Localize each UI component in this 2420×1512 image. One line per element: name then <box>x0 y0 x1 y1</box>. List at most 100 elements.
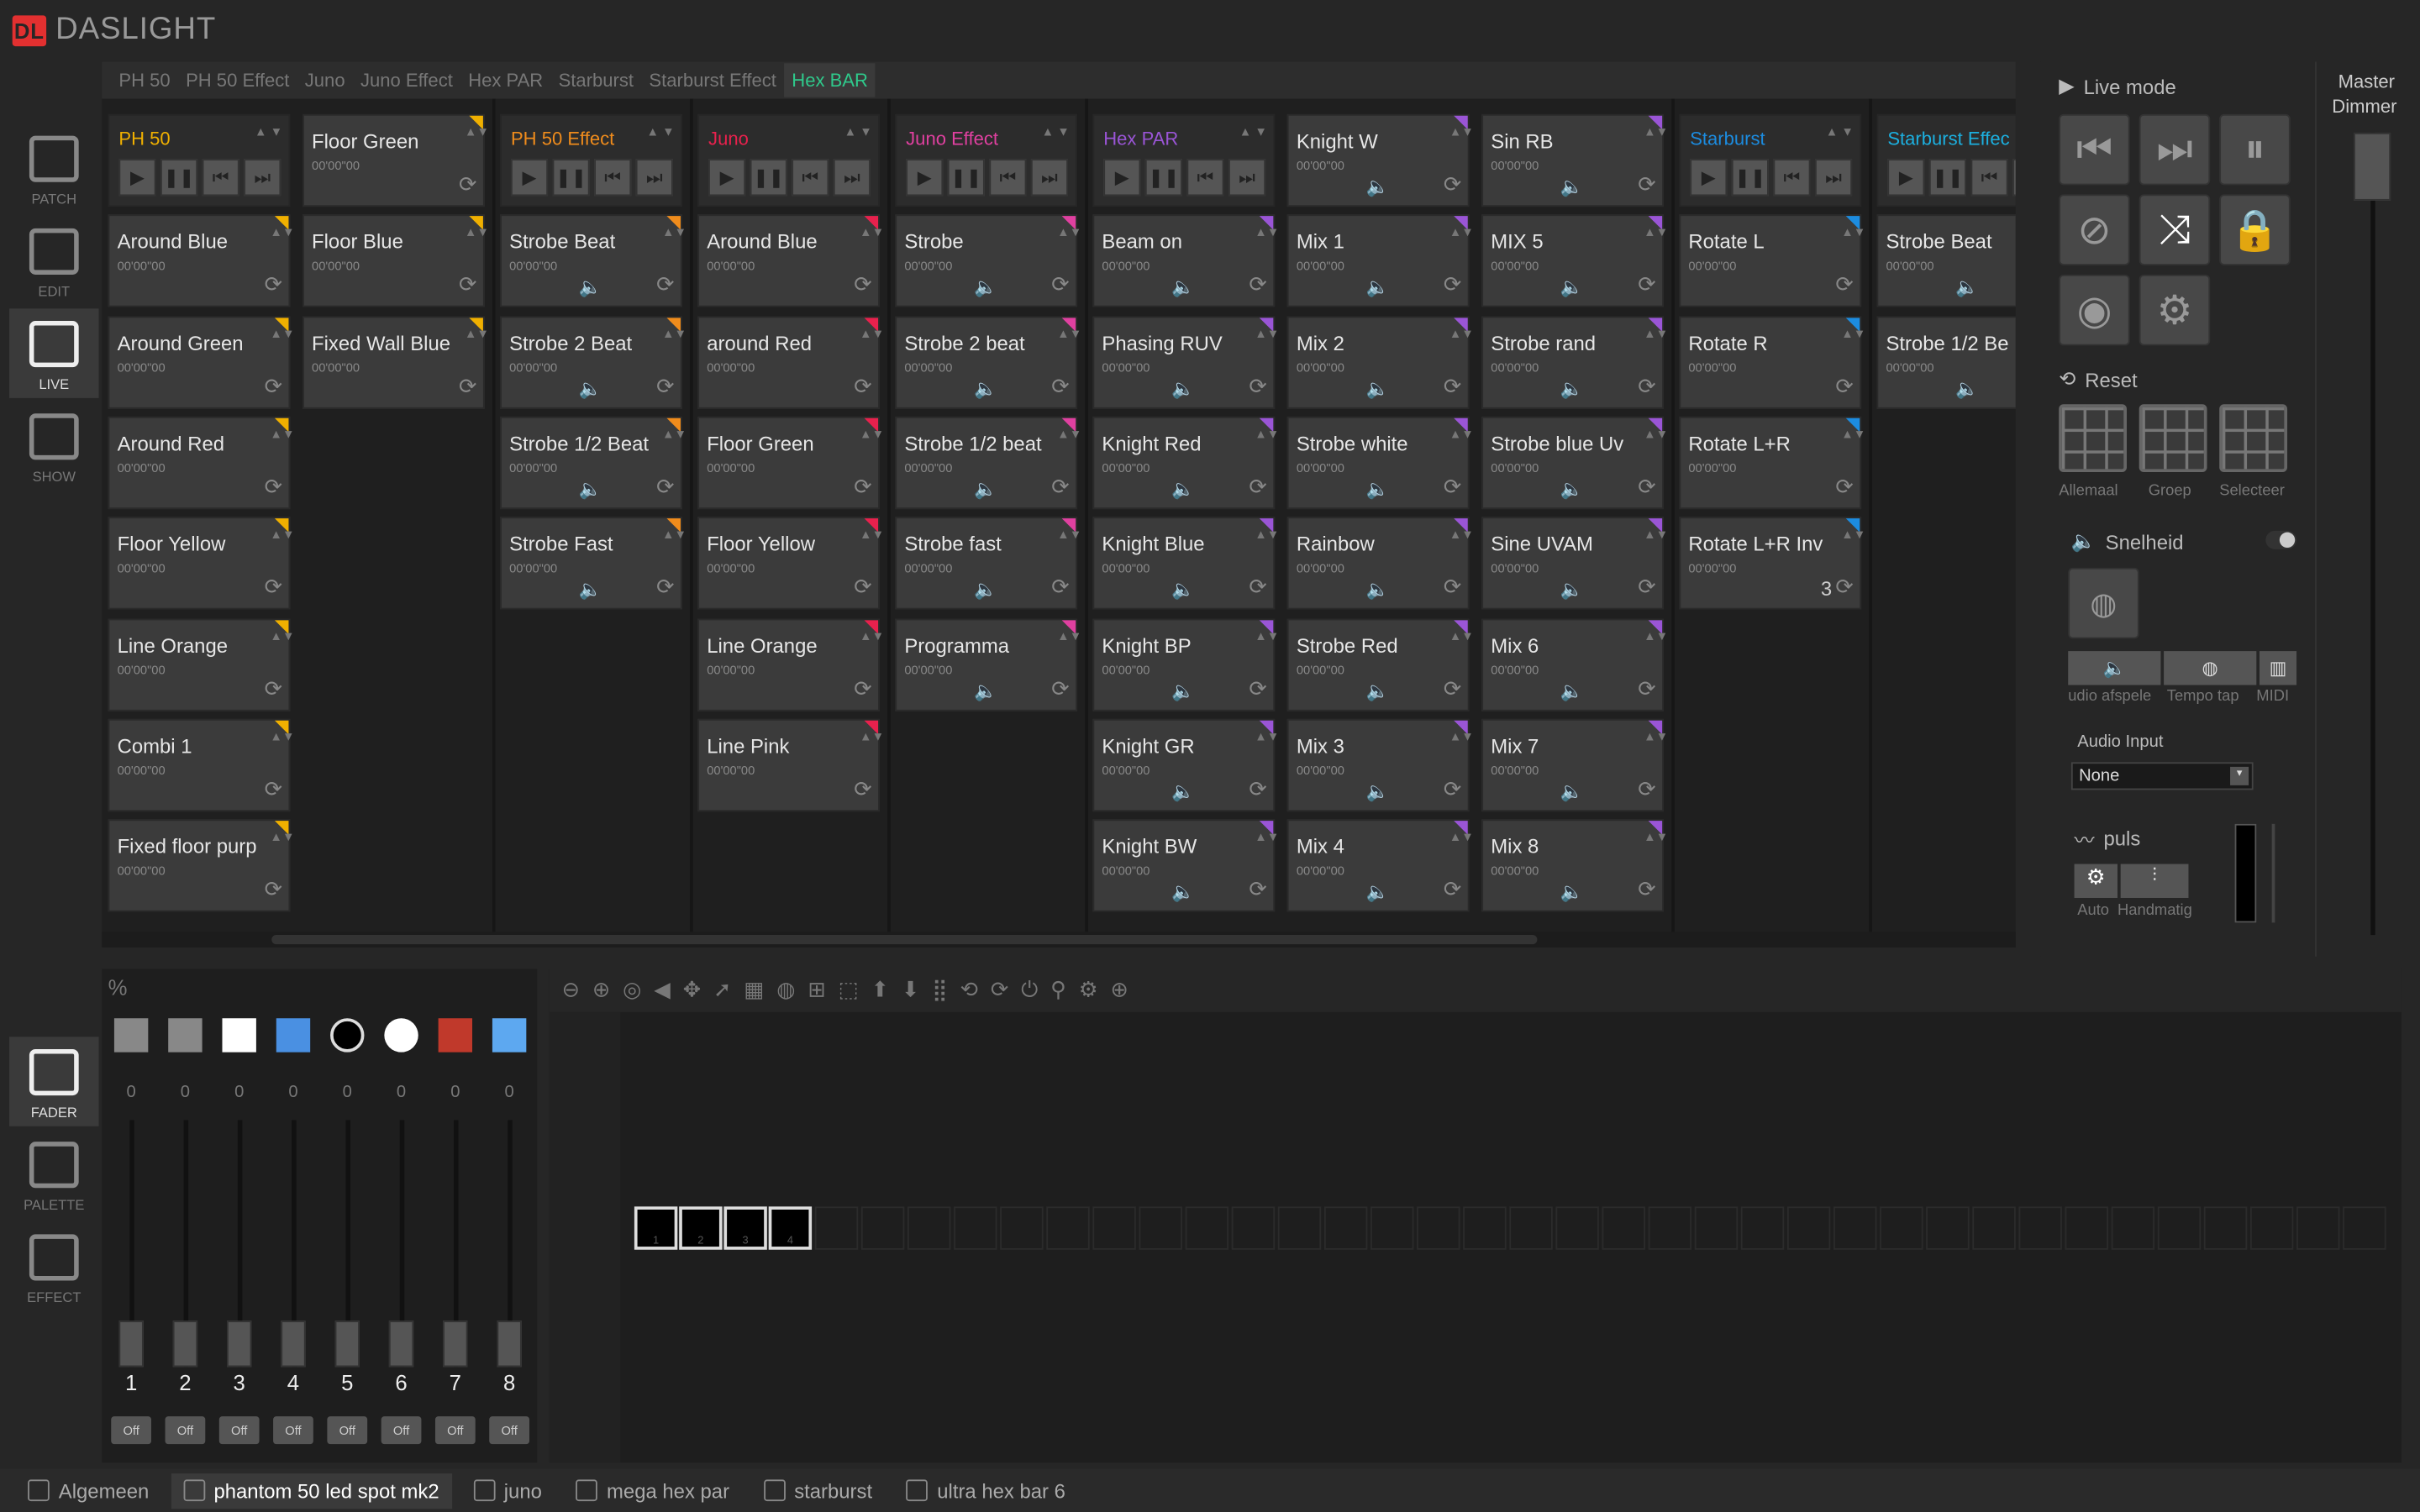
cue-button[interactable]: Around Blue 00'00"00 ▲▼ ⟳ <box>697 214 884 308</box>
puls-slider[interactable] <box>2271 823 2275 923</box>
fader-off-button[interactable]: Off <box>489 1416 529 1445</box>
cue-button[interactable]: Around Red 00'00"00 ▲▼ ⟳ <box>108 416 295 509</box>
sound-icon[interactable]: 🔈 <box>1560 780 1583 802</box>
sound-icon[interactable]: 🔈 <box>974 579 997 601</box>
nav-live[interactable]: LIVE <box>9 308 99 398</box>
sound-icon[interactable]: 🔈 <box>1366 680 1389 701</box>
cue-button[interactable]: around Red 00'00"00 ▲▼ ⟳ <box>697 315 884 408</box>
fader-off-button[interactable]: Off <box>165 1416 206 1445</box>
spread-icon[interactable]: ⊞ <box>808 977 826 1005</box>
repeat-icon[interactable]: ⟳ <box>656 373 675 399</box>
page-tab[interactable]: Juno Effect <box>353 63 460 97</box>
next-button[interactable]: ⏭ <box>244 159 281 197</box>
play-button[interactable]: ▶ <box>1887 159 1925 197</box>
fader-knob[interactable] <box>118 1320 144 1368</box>
reorder-icon[interactable]: ▲▼ <box>1255 628 1279 659</box>
reorder-icon[interactable]: ▲▼ <box>1644 830 1668 861</box>
repeat-icon[interactable]: ⟳ <box>265 675 283 701</box>
sound-icon[interactable]: 🔈 <box>1560 881 1583 903</box>
reorder-icon[interactable]: ▲▼ <box>1255 226 1279 257</box>
pause-button[interactable]: ⏸ <box>2219 113 2291 186</box>
fixture-tab[interactable]: starburst <box>751 1473 885 1508</box>
sound-icon[interactable]: 🔈 <box>974 478 997 500</box>
cue-button[interactable]: Strobe Beat00'00"00▲▼⟳🔈 <box>500 214 687 308</box>
audio-play-button[interactable]: 🔈 <box>2068 651 2161 685</box>
fader-off-button[interactable]: Off <box>218 1416 260 1445</box>
reorder-icon[interactable]: ▲▼ <box>860 327 884 358</box>
page-tab[interactable]: Juno <box>297 63 353 97</box>
cue-button[interactable]: Strobe Beat00'00"00▲▼⟳🔈 <box>1876 214 2016 308</box>
page-tab[interactable]: Hex BAR <box>784 63 876 97</box>
shuffle-button[interactable]: ⤨ <box>2139 194 2211 265</box>
cue-button[interactable]: Strobe 1/2 Be00'00"00▲▼⟳🔈 <box>1876 315 2016 408</box>
sound-icon[interactable]: 🔈 <box>579 276 602 298</box>
reorder-icon[interactable]: ▲▼ <box>465 125 489 156</box>
master-dimmer-track[interactable] <box>2370 132 2375 936</box>
repeat-icon[interactable]: ⟳ <box>1249 474 1267 500</box>
sound-icon[interactable]: 🔈 <box>974 377 997 399</box>
sound-icon[interactable]: 🔈 <box>579 377 602 399</box>
next-button[interactable]: ⏭ <box>635 159 673 197</box>
next-button[interactable]: ⏭ <box>1030 159 1069 197</box>
page-tab[interactable]: PH 50 <box>111 63 178 97</box>
play-button[interactable]: ▶ <box>510 159 549 197</box>
repeat-icon[interactable]: ⟳ <box>1051 474 1070 500</box>
tap-tempo-button[interactable]: ◍ <box>2068 567 2139 639</box>
nav-effect[interactable]: EFFECT <box>9 1222 99 1312</box>
reorder-icon[interactable]: ▲▼ <box>662 226 687 257</box>
cue-button[interactable]: Strobe blue Uv 00'00"00 ▲▼ ⟳ 🔈 <box>1481 416 1668 509</box>
cue-button[interactable]: Strobe 1/2 beat 00'00"00 ▲▼ ⟳ 🔈 <box>895 416 1081 509</box>
grid-scrollbar-thumb[interactable] <box>271 935 1538 945</box>
reset-button[interactable]: ⟲ Reset <box>2059 367 2137 391</box>
cue-button[interactable]: Rotate L+R Inv 00'00"00 ▲▼ ⟳ 3 <box>1679 517 1865 610</box>
page-tab[interactable]: PH 50 Effect <box>178 63 297 97</box>
snapshot-button[interactable]: ◉ <box>2059 274 2130 346</box>
repeat-icon[interactable]: ⟳ <box>265 373 283 399</box>
reset-view-icon[interactable]: ⟳ <box>991 977 1009 1005</box>
reorder-icon[interactable]: ▲ ▼ <box>646 125 674 139</box>
audio-input-select[interactable]: None ▾ <box>2070 762 2254 790</box>
cue-button[interactable]: Mix 4 00'00"00 ▲▼ ⟳ 🔈 <box>1286 819 1474 912</box>
cue-button[interactable]: Strobe white 00'00"00 ▲▼ ⟳ 🔈 <box>1286 416 1474 509</box>
cue-button[interactable]: Strobe 2 beat 00'00"00 ▲▼ ⟳ 🔈 <box>895 315 1081 408</box>
repeat-icon[interactable]: ⟳ <box>1249 373 1267 399</box>
reorder-icon[interactable]: ▲▼ <box>860 729 884 760</box>
fixture-tab[interactable]: ultra hex bar 6 <box>894 1473 1078 1508</box>
repeat-icon[interactable]: ⟳ <box>1638 776 1656 802</box>
reorder-icon[interactable]: ▲ ▼ <box>1042 125 1070 139</box>
cue-button[interactable]: Beam on 00'00"00 ▲▼ ⟳ 🔈 <box>1092 214 1279 308</box>
reorder-icon[interactable]: ▲▼ <box>270 327 294 358</box>
reorder-icon[interactable]: ▲▼ <box>465 226 489 257</box>
sound-icon[interactable]: 🔈 <box>1366 478 1389 500</box>
grid-scrollbar[interactable] <box>102 932 2016 948</box>
fixture-settings-icon[interactable]: ⚙ <box>1079 977 1098 1005</box>
reorder-icon[interactable]: ▲▼ <box>1841 327 1865 358</box>
nav-patch[interactable]: PATCH <box>9 123 99 213</box>
play-button[interactable]: ▶ <box>1103 159 1141 197</box>
fixture-tab[interactable]: juno <box>460 1473 554 1508</box>
fader-knob[interactable] <box>388 1320 414 1368</box>
group-group-button[interactable] <box>2139 404 2207 473</box>
repeat-icon[interactable]: ⟳ <box>1638 373 1656 399</box>
repeat-icon[interactable]: ⟳ <box>854 776 872 802</box>
sound-icon[interactable]: 🔈 <box>1171 276 1194 298</box>
pause-button[interactable]: ❚❚ <box>750 159 787 197</box>
reorder-icon[interactable]: ▲▼ <box>860 428 884 459</box>
nav-fader[interactable]: FADER <box>9 1037 99 1126</box>
fader-off-button[interactable]: Off <box>327 1416 368 1445</box>
reorder-icon[interactable]: ▲▼ <box>1449 628 1474 659</box>
zoom-in-icon[interactable]: ⊕ <box>592 977 611 1005</box>
cue-button[interactable]: Knight Blue 00'00"00 ▲▼ ⟳ 🔈 <box>1092 517 1279 610</box>
repeat-icon[interactable]: ⟳ <box>854 575 872 601</box>
fader-knob[interactable] <box>497 1320 522 1368</box>
reorder-icon[interactable]: ▲▼ <box>1449 428 1474 459</box>
sound-icon[interactable]: 🔈 <box>974 680 997 701</box>
cue-button[interactable]: Line Orange 00'00"00 ▲▼ ⟳ <box>108 617 295 711</box>
reorder-icon[interactable]: ▲▼ <box>1057 226 1081 257</box>
fader-knob[interactable] <box>226 1320 252 1368</box>
repeat-icon[interactable]: ⟳ <box>854 272 872 298</box>
grid-icon[interactable]: ▦ <box>744 977 764 1005</box>
prev-button[interactable]: ⏮ <box>989 159 1027 197</box>
play-button[interactable]: ▶ <box>118 159 156 197</box>
sound-icon[interactable]: 🔈 <box>1560 579 1583 601</box>
